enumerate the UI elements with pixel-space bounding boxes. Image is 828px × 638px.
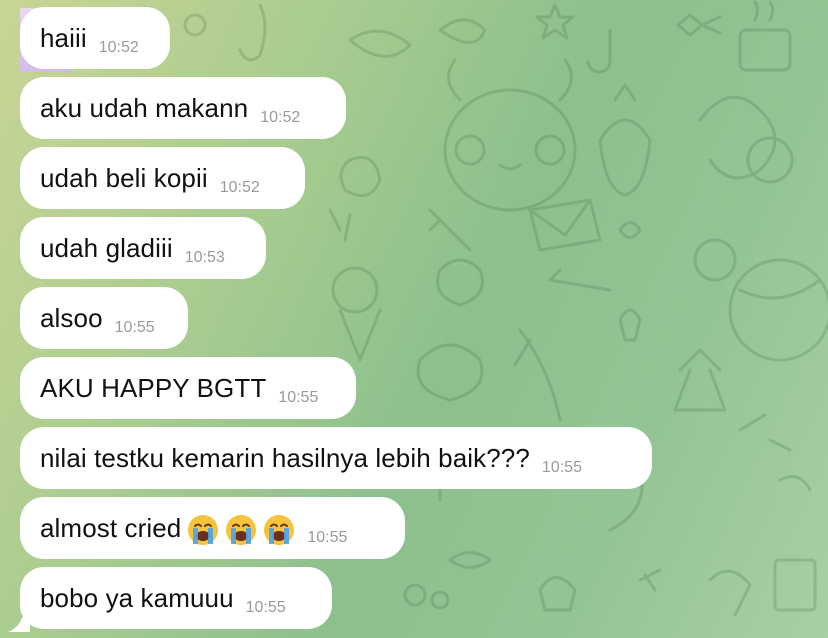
message-text: AKU HAPPY BGTT <box>40 372 267 403</box>
message-timestamp: 10:55 <box>114 319 155 336</box>
message-timestamp: 10:55 <box>245 599 286 616</box>
message-bubble[interactable]: AKU HAPPY BGTT 10:55 <box>20 357 356 419</box>
loudly-crying-face-emoji <box>187 514 219 546</box>
message-text: bobo ya kamuuu <box>40 582 234 613</box>
bubble-tail <box>8 608 30 632</box>
message-timestamp: 10:55 <box>278 389 319 406</box>
message-bubble[interactable]: bobo ya kamuuu 10:55 <box>20 567 332 629</box>
message-text: nilai testku kemarin hasilnya lebih baik… <box>40 442 530 473</box>
message-bubble[interactable]: udah gladiii 10:53 <box>20 217 266 279</box>
message-bubble[interactable]: nilai testku kemarin hasilnya lebih baik… <box>20 427 652 489</box>
message-timestamp: 10:55 <box>307 529 348 546</box>
message-bubble[interactable]: aku udah makann 10:52 <box>20 77 346 139</box>
message-bubble[interactable]: udah beli kopii 10:52 <box>20 147 305 209</box>
message-text: udah gladiii <box>40 232 173 263</box>
loudly-crying-face-emoji <box>225 514 257 546</box>
message-text: alsoo <box>40 302 103 333</box>
message-text: haiii <box>40 22 87 53</box>
message-text: udah beli kopii <box>40 162 208 193</box>
loudly-crying-face-emoji <box>263 514 295 546</box>
message-timestamp: 10:52 <box>219 179 260 196</box>
message-bubble[interactable]: almost cried 10:55 <box>20 497 405 559</box>
message-text: almost cried <box>40 512 182 543</box>
message-timestamp: 10:53 <box>184 249 225 266</box>
message-bubble[interactable]: alsoo 10:55 <box>20 287 188 349</box>
message-list[interactable]: haiii 10:52 aku udah makann 10:52 udah b… <box>0 0 828 638</box>
message-bubble[interactable]: haiii 10:52 <box>20 7 170 69</box>
message-timestamp: 10:55 <box>541 459 582 476</box>
message-text: aku udah makann <box>40 92 249 123</box>
message-timestamp: 10:52 <box>98 39 139 56</box>
message-timestamp: 10:52 <box>260 109 301 126</box>
